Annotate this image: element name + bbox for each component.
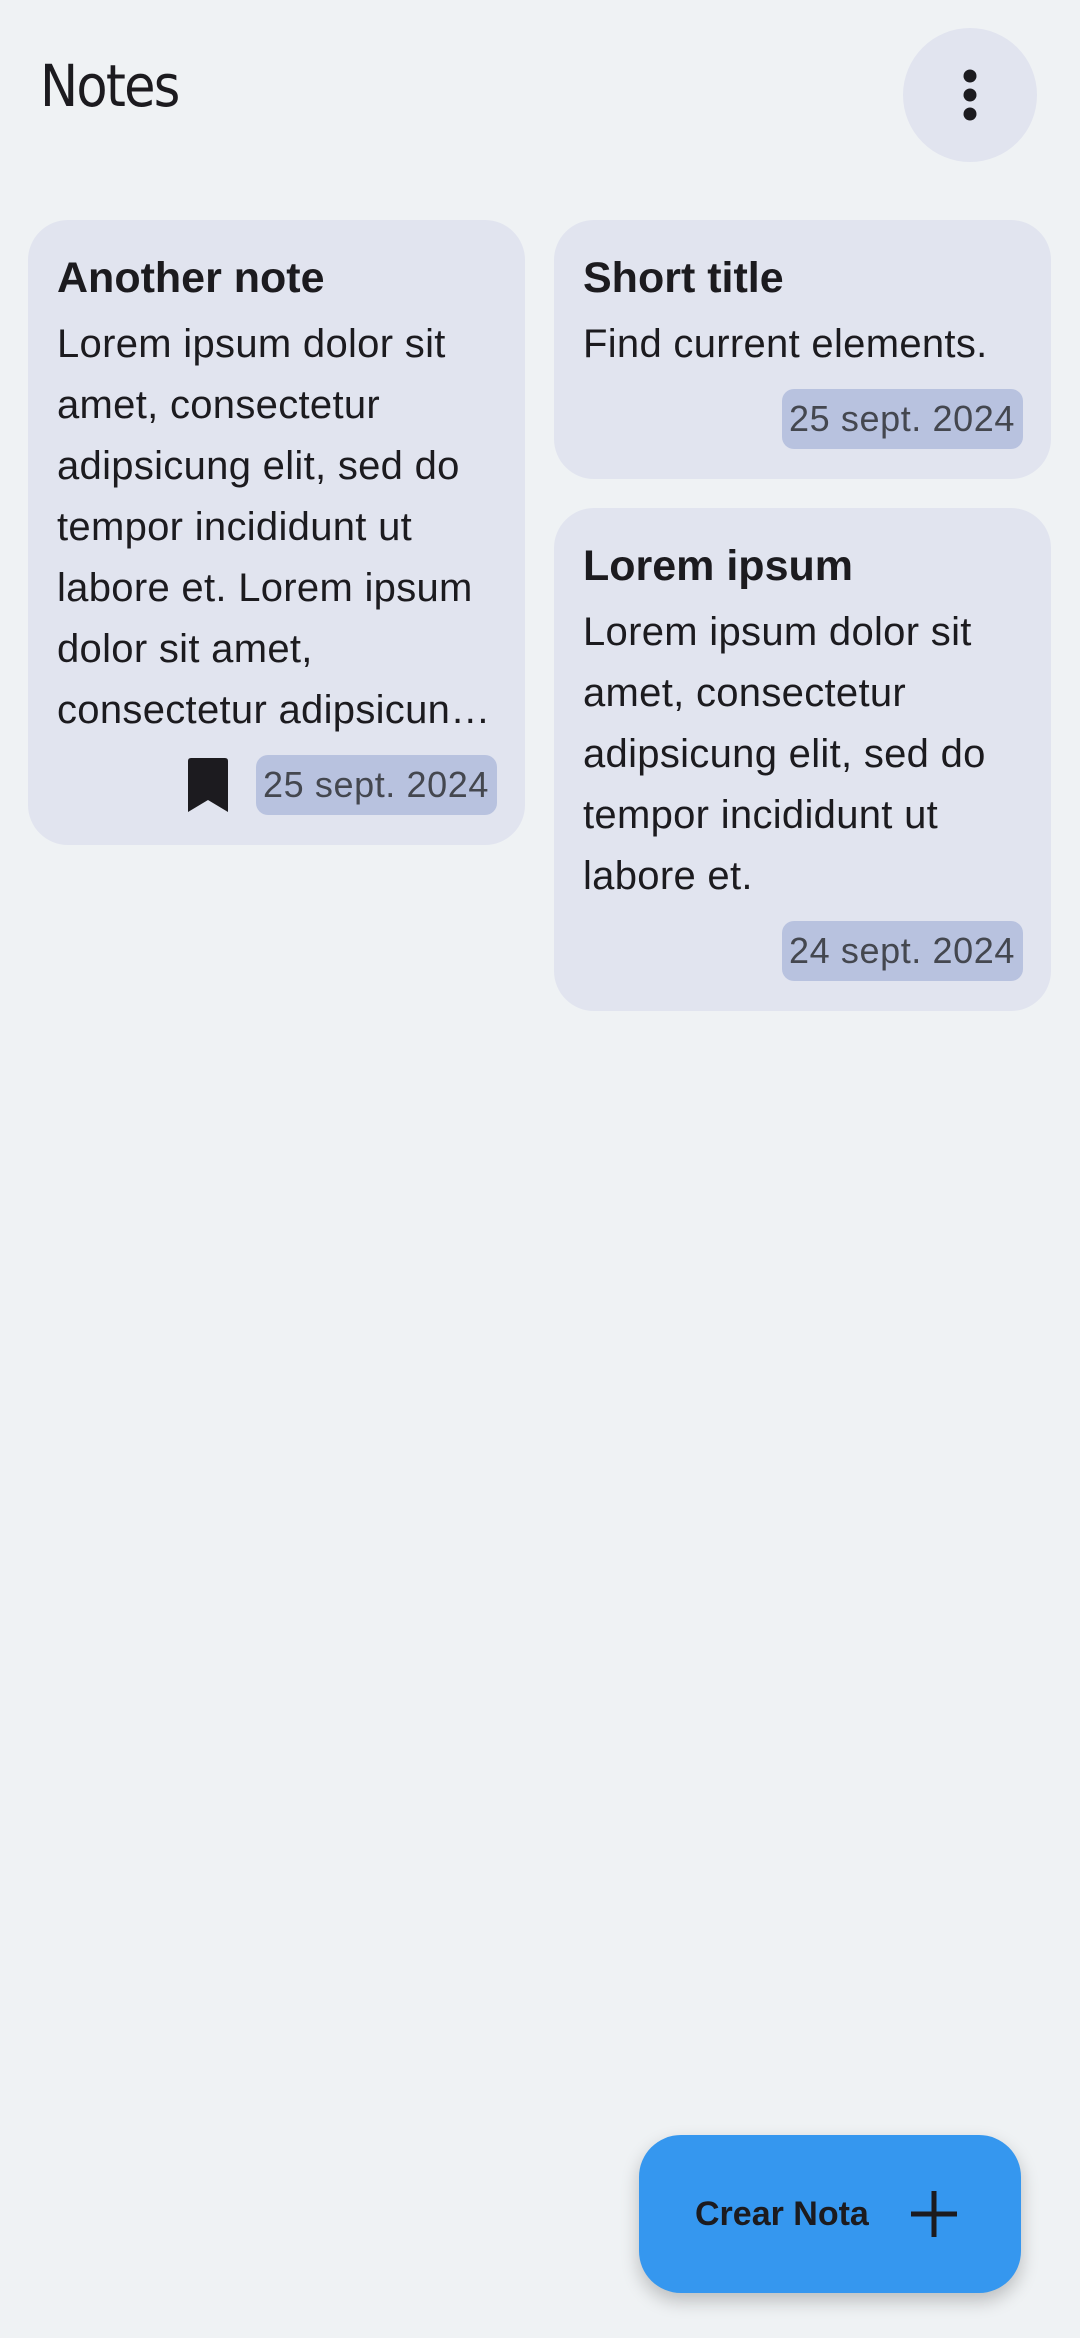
more-vert-icon xyxy=(963,69,977,121)
create-note-label: Crear Nota xyxy=(695,2194,869,2233)
notes-column-left: Another note Lorem ipsum dolor sit amet,… xyxy=(28,220,525,874)
plus-icon xyxy=(910,2191,957,2237)
note-date: 25 sept. 2024 xyxy=(782,389,1023,449)
notes-column-right: Short title Find current elements. 25 se… xyxy=(554,220,1051,1040)
note-footer: 25 sept. 2024 xyxy=(583,389,1023,449)
bookmark-icon xyxy=(188,758,229,812)
note-body: Find current elements. xyxy=(583,322,988,366)
note-card[interactable]: Lorem ipsum Lorem ipsum dolor sit amet, … xyxy=(554,508,1051,1011)
note-title: Short title xyxy=(583,254,784,302)
note-body: Lorem ipsum dolor sit amet, consectetur … xyxy=(583,610,986,898)
app-title: Notes xyxy=(40,52,180,120)
note-title: Another note xyxy=(57,254,325,302)
create-note-button[interactable]: Crear Nota xyxy=(639,2135,1021,2293)
note-body: Lorem ipsum dolor sit amet, consectetur … xyxy=(57,322,473,732)
note-card[interactable]: Short title Find current elements. 25 se… xyxy=(554,220,1051,479)
note-footer: 24 sept. 2024 xyxy=(583,921,1023,981)
note-date: 25 sept. 2024 xyxy=(256,755,497,815)
note-title: Lorem ipsum xyxy=(583,542,853,590)
note-card[interactable]: Another note Lorem ipsum dolor sit amet,… xyxy=(28,220,525,845)
note-date: 24 sept. 2024 xyxy=(782,921,1023,981)
note-footer: 25 sept. 2024 xyxy=(57,755,497,815)
more-options-button[interactable] xyxy=(903,28,1037,162)
